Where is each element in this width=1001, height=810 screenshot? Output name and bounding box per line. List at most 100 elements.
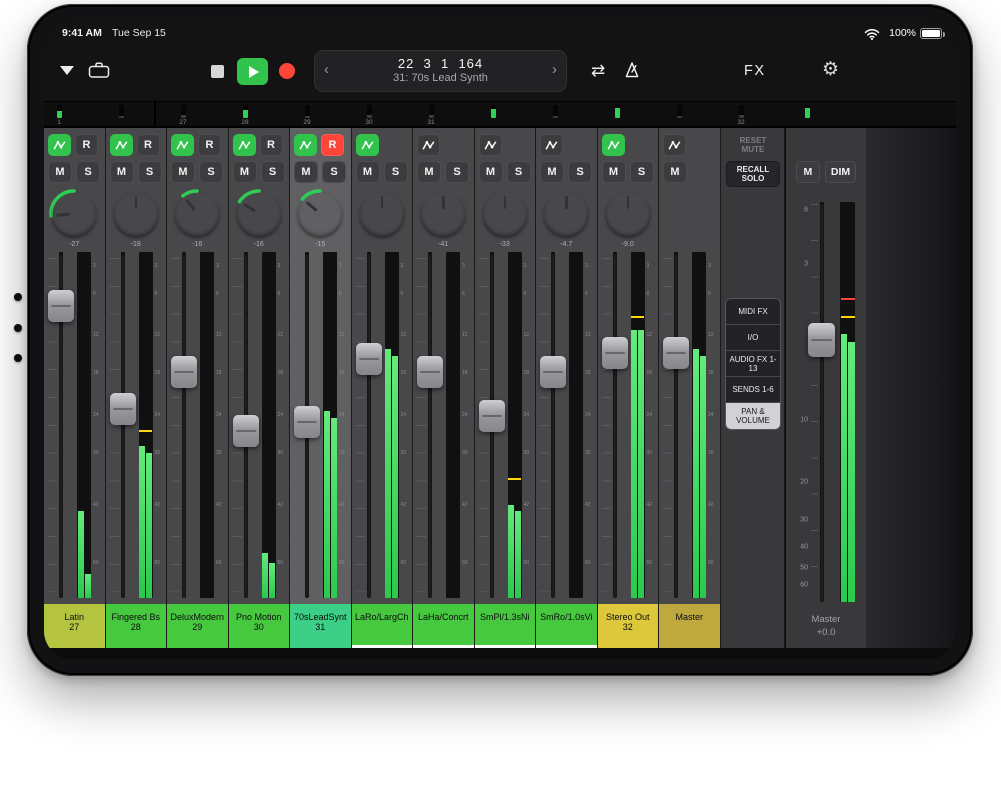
fader-track[interactable] xyxy=(367,252,371,598)
master-mute-button[interactable]: M xyxy=(796,161,820,183)
fader-track[interactable] xyxy=(428,252,432,598)
track-label[interactable]: Pno Motion 30 xyxy=(229,604,290,648)
track-label[interactable]: Fingered Bs 28 xyxy=(106,604,167,648)
mute-button[interactable]: M xyxy=(233,161,257,183)
automation-button[interactable] xyxy=(602,134,625,156)
play-button[interactable] xyxy=(237,58,268,85)
mute-button[interactable]: M xyxy=(663,161,687,183)
fader-cap[interactable] xyxy=(48,290,74,322)
master-fader-track[interactable] xyxy=(820,202,824,602)
fader-cap[interactable] xyxy=(602,337,628,369)
fader-track[interactable] xyxy=(674,252,678,598)
solo-button[interactable]: S xyxy=(322,161,346,183)
mute-button[interactable]: M xyxy=(171,161,195,183)
overview-meter-tick[interactable] xyxy=(677,105,682,118)
solo-button[interactable]: S xyxy=(630,161,654,183)
overview-meter-tick[interactable] xyxy=(615,105,620,118)
mute-button[interactable]: M xyxy=(48,161,72,183)
solo-button[interactable]: S xyxy=(76,161,100,183)
pan-knob[interactable] xyxy=(479,188,531,240)
fader-cap[interactable] xyxy=(540,356,566,388)
automation-button[interactable] xyxy=(110,134,133,156)
solo-button[interactable]: S xyxy=(261,161,285,183)
track-label[interactable]: DeluxModern 29 xyxy=(167,604,228,648)
channel-strip[interactable]: R M S -16 36121824304260 Pno Motion 30 xyxy=(229,128,291,648)
chevron-left-icon[interactable]: ‹ xyxy=(324,62,329,78)
fader-cap[interactable] xyxy=(110,393,136,425)
record-enable-button[interactable]: R xyxy=(75,134,98,156)
chevron-right-icon[interactable]: › xyxy=(552,62,557,78)
fader-cap[interactable] xyxy=(171,356,197,388)
channel-strip[interactable]: M S -4.7 36121824304260 SmRo/1.0sVi xyxy=(536,128,598,648)
stop-button[interactable] xyxy=(211,65,224,78)
fader-cap[interactable] xyxy=(479,400,505,432)
mute-button[interactable]: M xyxy=(294,161,318,183)
channel-strip[interactable]: R M S -27 36121824304260 Latin 27 xyxy=(44,128,106,648)
track-label[interactable]: Stereo Out 32 xyxy=(598,604,659,648)
automation-button[interactable] xyxy=(294,134,317,156)
track-label[interactable]: SmRo/1.0sVi xyxy=(536,604,597,648)
automation-button[interactable] xyxy=(540,134,563,156)
recall-solo-button[interactable]: RECALL SOLO xyxy=(726,161,780,187)
pan-knob[interactable] xyxy=(171,188,223,240)
channel-strip[interactable]: M S -33 36121824304260 SmPl/1.3sNi xyxy=(475,128,537,648)
solo-button[interactable]: S xyxy=(445,161,469,183)
fader-cap[interactable] xyxy=(356,343,382,375)
reset-mute-button[interactable]: RESET MUTE xyxy=(736,136,770,154)
solo-button[interactable]: S xyxy=(507,161,531,183)
channel-strip[interactable]: M S -9.0 36121824304260 Stereo Out 32 xyxy=(598,128,660,648)
chevron-down-icon[interactable] xyxy=(60,66,74,75)
fader-track[interactable] xyxy=(551,252,555,598)
channel-strip[interactable]: R M S -15 36121824304260 70sLeadSynt 31 xyxy=(290,128,352,648)
record-button[interactable] xyxy=(279,63,295,79)
channel-strip[interactable]: R M S -18 36121824304260 Fingered Bs 28 xyxy=(106,128,168,648)
track-label[interactable]: Latin 27 xyxy=(44,604,105,648)
fader-cap[interactable] xyxy=(294,406,320,438)
view-button[interactable]: SENDS 1-6 xyxy=(726,377,780,403)
record-enable-button[interactable]: R xyxy=(260,134,283,156)
automation-button[interactable] xyxy=(417,134,440,156)
overview-meter-tick[interactable] xyxy=(491,105,496,118)
mute-button[interactable]: M xyxy=(417,161,441,183)
record-enable-button[interactable]: R xyxy=(137,134,160,156)
mute-button[interactable]: M xyxy=(356,161,380,183)
solo-button[interactable]: S xyxy=(138,161,162,183)
fader-cap[interactable] xyxy=(233,415,259,447)
channel-strip[interactable]: M 36121824304260 Master xyxy=(659,128,721,648)
fader-cap[interactable] xyxy=(417,356,443,388)
fx-button[interactable]: FX xyxy=(744,63,766,79)
pan-knob[interactable] xyxy=(294,188,346,240)
fader-track[interactable] xyxy=(121,252,125,598)
metronome-icon[interactable] xyxy=(623,61,641,84)
automation-button[interactable] xyxy=(479,134,502,156)
view-button[interactable]: MIDI FX xyxy=(726,299,780,325)
solo-button[interactable]: S xyxy=(384,161,408,183)
fader-cap[interactable] xyxy=(663,337,689,369)
overview-meter-tick[interactable] xyxy=(305,105,310,118)
overview-meter-tick[interactable] xyxy=(429,105,434,118)
overview-meter-tick[interactable] xyxy=(553,105,558,118)
cycle-icon[interactable]: ⇄ xyxy=(591,61,605,81)
channel-strip[interactable]: R M S -16 36121824304260 DeluxModern 29 xyxy=(167,128,229,648)
automation-button[interactable] xyxy=(171,134,194,156)
track-label[interactable]: 70sLeadSynt 31 xyxy=(290,604,351,648)
pan-knob[interactable] xyxy=(540,188,592,240)
overview-meter-tick[interactable] xyxy=(739,105,744,118)
pan-knob[interactable] xyxy=(233,188,285,240)
automation-button[interactable] xyxy=(356,134,379,156)
channel-strip[interactable]: M S 36121824304260 LaRo/LargCh xyxy=(352,128,414,648)
view-button[interactable]: AUDIO FX 1-13 xyxy=(726,351,780,377)
overview-meter-tick[interactable] xyxy=(367,105,372,118)
view-button[interactable]: I/O xyxy=(726,325,780,351)
channel-strip[interactable]: M S -41 36121824304260 LaHa/Concrt xyxy=(413,128,475,648)
mute-button[interactable]: M xyxy=(602,161,626,183)
record-enable-button[interactable]: R xyxy=(321,134,344,156)
mute-button[interactable]: M xyxy=(110,161,134,183)
automation-button[interactable] xyxy=(48,134,71,156)
fader-track[interactable] xyxy=(182,252,186,598)
solo-button[interactable]: S xyxy=(199,161,223,183)
loop-browser-icon[interactable] xyxy=(88,61,110,84)
automation-button[interactable] xyxy=(233,134,256,156)
master-fader-cap[interactable] xyxy=(808,323,835,357)
track-label[interactable]: SmPl/1.3sNi xyxy=(475,604,536,648)
